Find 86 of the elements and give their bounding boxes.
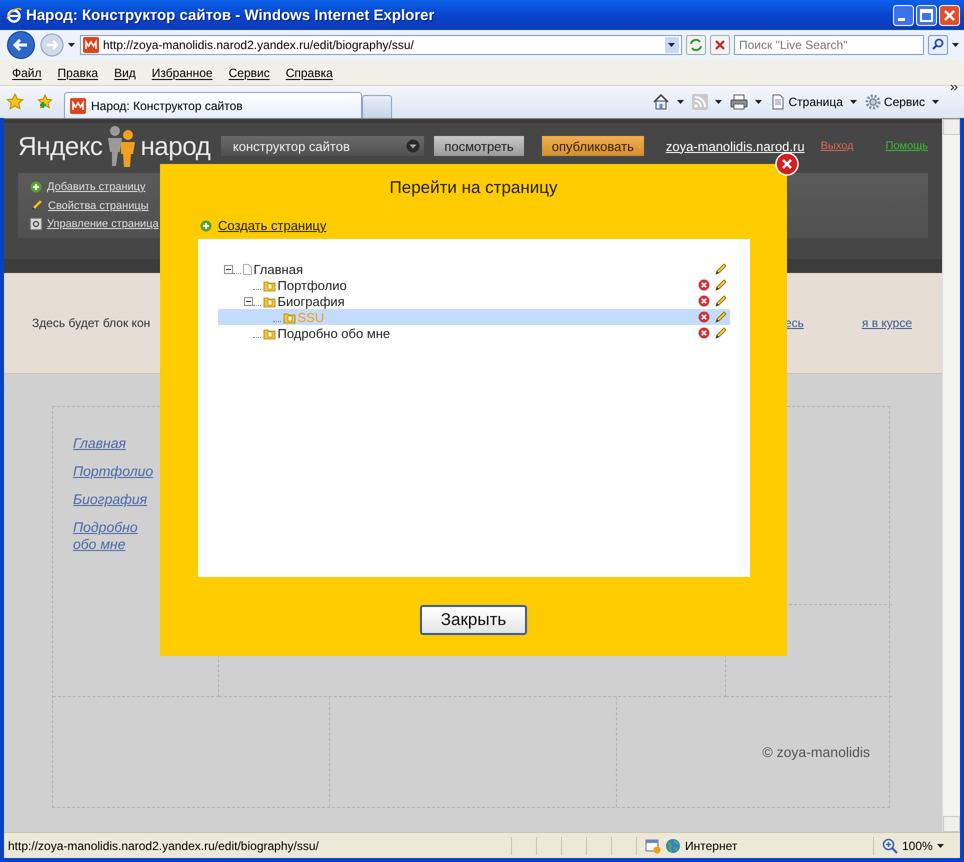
menu-item[interactable]: Файл bbox=[4, 66, 50, 80]
logo-text: Яндекс bbox=[18, 130, 102, 162]
pencil-icon[interactable] bbox=[714, 294, 726, 308]
delete-icon[interactable] bbox=[698, 327, 710, 339]
create-page-link[interactable]: Создать страницу bbox=[218, 218, 326, 233]
tools-menu[interactable]: Сервис bbox=[864, 94, 925, 110]
search-options-caret-icon[interactable] bbox=[952, 42, 960, 48]
folder-page-icon bbox=[262, 278, 276, 292]
feed-caret-icon[interactable] bbox=[714, 99, 723, 105]
page-caret-icon[interactable] bbox=[850, 99, 858, 105]
stop-icon[interactable] bbox=[710, 35, 730, 55]
browser-tab[interactable]: Народ: Конструктор сайтов bbox=[64, 92, 362, 118]
print-caret-icon[interactable] bbox=[754, 99, 763, 105]
zoom-caret-icon[interactable] bbox=[936, 842, 945, 848]
page-icon[interactable] bbox=[770, 94, 786, 110]
mode-dropdown[interactable]: конструктор сайтов bbox=[220, 136, 424, 156]
page-tool-link[interactable]: Добавить страницу bbox=[47, 181, 146, 193]
pencil-icon[interactable] bbox=[714, 262, 726, 276]
tree-item[interactable]: Подробно обо мне bbox=[218, 325, 730, 341]
search-icon[interactable] bbox=[928, 35, 948, 55]
site-link[interactable]: zoya-manolidis.narod.ru bbox=[666, 138, 805, 154]
dropdown-caret-icon[interactable] bbox=[668, 42, 676, 48]
add-icon bbox=[30, 181, 42, 193]
site-logo-icon bbox=[83, 37, 99, 53]
page-menu[interactable]: Страница bbox=[770, 94, 843, 110]
tools-caret-icon[interactable] bbox=[932, 99, 940, 105]
menu-item[interactable]: Избранное bbox=[144, 66, 221, 80]
menu-item[interactable]: Вид bbox=[106, 66, 144, 80]
help-link[interactable]: Помощь bbox=[886, 140, 928, 152]
dropdown-caret-icon bbox=[406, 139, 420, 153]
close-button[interactable]: Закрыть bbox=[420, 605, 527, 635]
menu-item[interactable]: Справка bbox=[278, 66, 341, 80]
dialog-title: Перейти на страницу bbox=[390, 178, 558, 199]
site-logo-icon bbox=[70, 98, 86, 114]
settings-icon[interactable] bbox=[864, 94, 881, 110]
close-icon[interactable] bbox=[939, 4, 960, 26]
window-title: Народ: Конструктор сайтов - Windows Internet Explorer bbox=[26, 6, 436, 24]
home-icon[interactable] bbox=[652, 93, 670, 111]
collapse-toggle-icon[interactable] bbox=[224, 264, 232, 274]
tree-item[interactable]: Главная bbox=[218, 261, 730, 277]
zoom-control[interactable]: 100% bbox=[873, 836, 960, 854]
zoom-icon[interactable] bbox=[882, 838, 898, 854]
zone-text: Интернет bbox=[685, 838, 738, 852]
tree-item[interactable]: Биография bbox=[218, 293, 730, 309]
maximize-icon[interactable] bbox=[916, 4, 937, 26]
preview-button[interactable]: посмотреть bbox=[434, 136, 524, 156]
folder-page-icon bbox=[282, 310, 296, 324]
menu-item[interactable]: Правка bbox=[50, 66, 106, 80]
address-field[interactable]: http://zoya-manolidis.narod2.yandex.ru/edit/biography/ssu/ bbox=[80, 35, 682, 55]
publish-button[interactable]: опубликовать bbox=[542, 136, 644, 156]
chevron-icon[interactable] bbox=[950, 84, 958, 91]
minimize-icon[interactable] bbox=[893, 4, 914, 26]
collapse-toggle-icon[interactable] bbox=[244, 296, 252, 306]
add-favorite-icon[interactable] bbox=[36, 93, 54, 111]
gear-icon bbox=[30, 218, 42, 230]
folder-page-icon bbox=[262, 294, 276, 308]
printer-icon[interactable] bbox=[730, 94, 748, 110]
home-caret-icon[interactable] bbox=[676, 99, 685, 105]
browser-logo-icon bbox=[6, 7, 22, 23]
pencil-icon[interactable] bbox=[30, 199, 43, 212]
favorites-star-icon[interactable] bbox=[6, 93, 24, 111]
footer-text: © zoya-manolidis bbox=[762, 744, 870, 760]
add-icon bbox=[200, 220, 212, 232]
dismiss-link[interactable]: я в курсе bbox=[862, 316, 912, 330]
pencil-icon[interactable] bbox=[714, 326, 726, 340]
history-caret-icon[interactable] bbox=[68, 42, 76, 48]
tree-item[interactable]: Портфолио bbox=[218, 277, 730, 293]
pencil-icon[interactable] bbox=[714, 310, 726, 324]
menu-item[interactable]: Сервис bbox=[220, 66, 278, 80]
refresh-icon[interactable] bbox=[686, 35, 706, 55]
delete-icon[interactable] bbox=[698, 279, 710, 291]
folder-page-icon bbox=[262, 326, 276, 340]
pencil-icon[interactable] bbox=[714, 278, 726, 292]
document-icon bbox=[242, 264, 252, 274]
page-tool-link[interactable]: Управление страница bbox=[47, 218, 159, 230]
status-text: http://zoya-manolidis.narod2.yandex.ru/edit/biography/ssu/ bbox=[7, 838, 320, 852]
page-tool-link[interactable]: Свойства страницы bbox=[48, 200, 149, 212]
delete-icon[interactable] bbox=[698, 311, 710, 323]
popup-blocked-icon bbox=[645, 838, 661, 854]
globe-icon bbox=[665, 838, 681, 854]
notice-text: Здесь будет блок кон bbox=[32, 316, 150, 330]
back-icon[interactable] bbox=[6, 30, 36, 60]
logo-text: народ bbox=[140, 130, 210, 162]
close-icon[interactable] bbox=[775, 152, 799, 176]
search-field[interactable]: Поиск "Live Search" bbox=[734, 35, 924, 55]
delete-icon[interactable] bbox=[698, 295, 710, 307]
